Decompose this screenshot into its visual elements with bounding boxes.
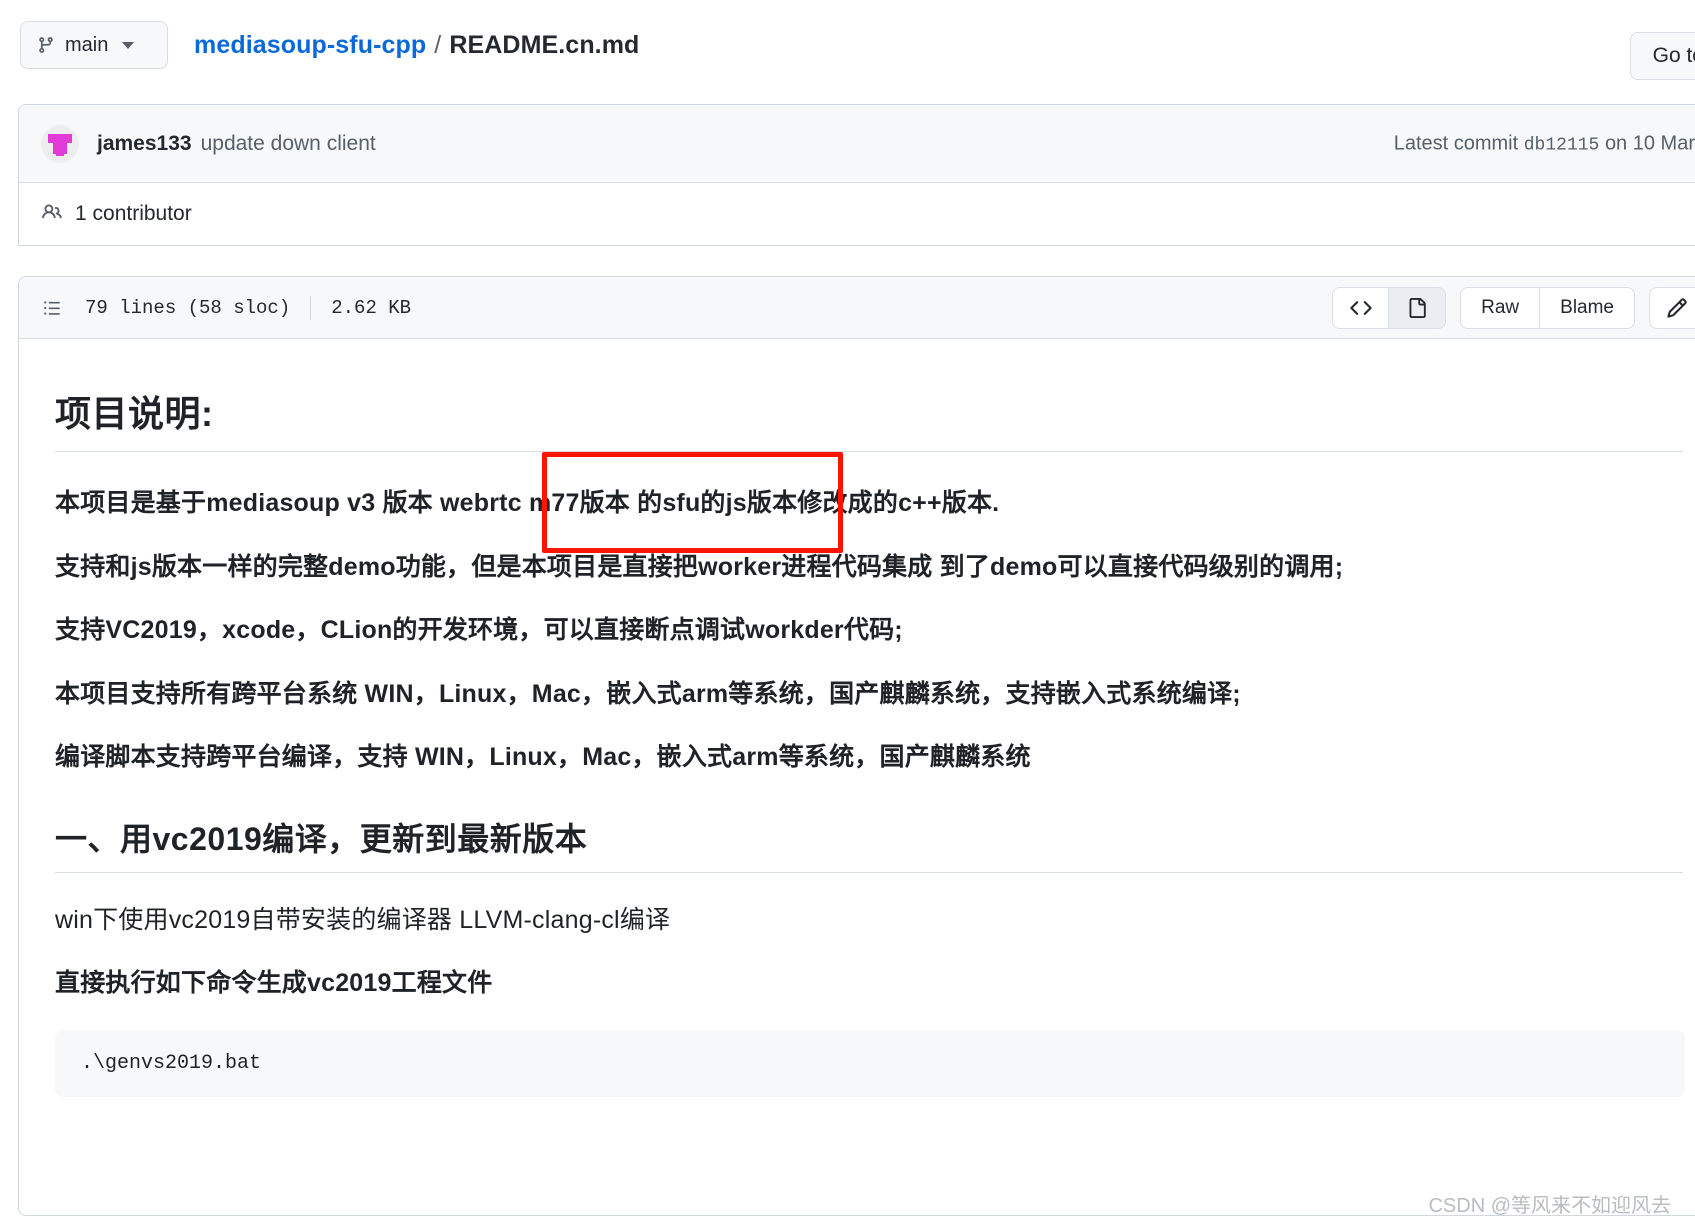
paragraph-3: 支持VC2019，xcode，CLion的开发环境，可以直接断点调试workde… <box>55 613 1683 649</box>
file-toolbar: 79 lines (58 sloc) 2.62 KB <box>19 277 1695 339</box>
raw-button[interactable]: Raw <box>1461 288 1540 328</box>
file-toolbar-actions: Raw Blame <box>1332 287 1695 329</box>
branch-name: main <box>65 34 108 57</box>
chevron-down-icon <box>122 42 134 49</box>
commit-info-box: james133 update down client Latest commi… <box>18 104 1695 246</box>
breadcrumb-separator: / <box>434 31 441 60</box>
file-stats: 79 lines (58 sloc) 2.62 KB <box>85 296 411 320</box>
avatar[interactable] <box>41 125 79 163</box>
file-line-count: 79 lines (58 sloc) <box>85 297 290 319</box>
paragraph-1: 本项目是基于mediasoup v3 版本 webrtc m77版本 的sfu的… <box>55 486 1683 522</box>
people-icon <box>41 202 63 227</box>
paragraph-2: 支持和js版本一样的完整demo功能，但是本项目是直接把worker进程代码集成… <box>55 550 1683 586</box>
divider <box>310 296 311 320</box>
code-icon[interactable] <box>1333 288 1389 328</box>
paragraph-5: 编译脚本支持跨平台编译，支持 WIN，Linux，Mac，嵌入式arm等系统，国… <box>55 740 1683 776</box>
blame-button[interactable]: Blame <box>1540 288 1634 328</box>
paragraph-7: 直接执行如下命令生成vc2019工程文件 <box>55 966 1683 1002</box>
latest-commit-row: james133 update down client Latest commi… <box>19 105 1695 183</box>
pencil-icon[interactable] <box>1649 287 1695 329</box>
section-heading-1: 一、用vc2019编译，更新到最新版本 <box>55 814 1683 873</box>
markdown-body: 项目说明: 本项目是基于mediasoup v3 版本 webrtc m77版本… <box>19 339 1695 1097</box>
list-unordered-icon[interactable] <box>41 299 63 317</box>
git-branch-icon <box>37 35 55 55</box>
contributors-row[interactable]: 1 contributor <box>19 183 1695 245</box>
file-icon[interactable] <box>1389 288 1445 328</box>
file-size: 2.62 KB <box>331 297 411 319</box>
latest-commit-label: Latest commit <box>1394 132 1518 154</box>
view-mode-toggle <box>1332 287 1446 329</box>
contributors-count: 1 contributor <box>75 202 192 226</box>
github-file-page: main mediasoup-sfu-cpp / README.cn.md Go… <box>0 0 1695 1228</box>
commit-author-link[interactable]: james133 <box>97 132 192 156</box>
watermark: CSDN @等风来不如迎风去 <box>1428 1189 1671 1218</box>
paragraph-4: 本项目支持所有跨平台系统 WIN，Linux，Mac，嵌入式arm等系统，国产麒… <box>55 677 1683 713</box>
commit-meta: Latest commit db12115 on 10 Mar <box>1394 132 1695 155</box>
breadcrumb-file-name: README.cn.md <box>449 31 639 60</box>
commit-sha-link[interactable]: db12115 <box>1524 135 1600 155</box>
page-title: 项目说明: <box>55 385 1683 452</box>
repo-header: main mediasoup-sfu-cpp / README.cn.md Go… <box>0 0 1695 90</box>
code-block: .\genvs2019.bat <box>55 1030 1685 1097</box>
breadcrumb: mediasoup-sfu-cpp / README.cn.md <box>194 31 639 60</box>
raw-blame-group: Raw Blame <box>1460 287 1635 329</box>
paragraph-6: win下使用vc2019自带安装的编译器 LLVM-clang-cl编译 <box>55 903 1683 939</box>
commit-date-prefix: on <box>1605 132 1627 154</box>
file-content-box: 79 lines (58 sloc) 2.62 KB <box>18 276 1695 1216</box>
go-to-button[interactable]: Go to <box>1630 32 1695 80</box>
branch-selector[interactable]: main <box>20 21 168 69</box>
commit-date: 10 Mar <box>1633 132 1695 154</box>
commit-message-link[interactable]: update down client <box>201 132 376 156</box>
breadcrumb-repo-link[interactable]: mediasoup-sfu-cpp <box>194 31 426 60</box>
